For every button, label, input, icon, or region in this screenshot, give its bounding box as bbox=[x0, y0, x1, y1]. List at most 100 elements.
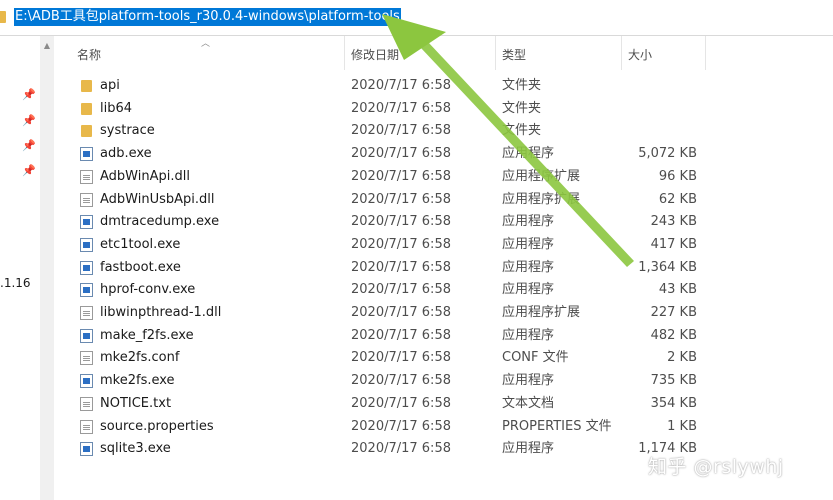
column-header-name-label: 名称 bbox=[77, 48, 102, 62]
table-row[interactable]: systrace 2020/7/17 6:58 文件夹 bbox=[55, 120, 833, 143]
table-row[interactable]: api 2020/7/17 6:58 文件夹 bbox=[55, 75, 833, 98]
file-type: 应用程序 bbox=[502, 441, 555, 457]
watermark: 知乎 @rslywhj bbox=[648, 456, 784, 478]
file-type: 文本文档 bbox=[502, 395, 555, 411]
file-type: 应用程序扩展 bbox=[502, 305, 581, 320]
file-size: 2 KB bbox=[667, 350, 697, 366]
file-icon bbox=[80, 419, 93, 434]
exe-icon bbox=[80, 442, 93, 457]
file-icon bbox=[80, 351, 93, 366]
file-name: etc1tool.exe bbox=[100, 236, 181, 252]
column-header-type[interactable]: 类型 bbox=[496, 36, 622, 70]
table-row[interactable]: AdbWinUsbApi.dll 2020/7/17 6:58 应用程序扩展 62 K… bbox=[55, 189, 833, 212]
column-header-size-label: 大小 bbox=[628, 48, 653, 62]
file-type: 应用程序扩展 bbox=[502, 191, 581, 207]
file-date: 2020/7/17 6:58 bbox=[351, 236, 451, 252]
file-name: make_f2fs.exe bbox=[100, 327, 194, 343]
file-size: 482 KB bbox=[650, 327, 697, 343]
table-row[interactable]: fastboot.exe 2020/7/17 6:58 应用程序 1,364 KB bbox=[55, 257, 833, 280]
file-name: source.properties bbox=[100, 418, 214, 434]
exe-icon bbox=[80, 283, 93, 298]
exe-icon bbox=[80, 374, 93, 389]
column-header-date-label: 修改日期 bbox=[351, 48, 400, 62]
file-size: 243 KB bbox=[650, 214, 697, 230]
file-size: 43 KB bbox=[658, 282, 697, 298]
scrollbar[interactable]: ▲ bbox=[40, 36, 54, 500]
file-size: 96 KB bbox=[658, 168, 697, 184]
column-header-date[interactable]: 修改日期 bbox=[345, 36, 496, 70]
folder-icon bbox=[0, 11, 6, 23]
file-type: 应用程序 bbox=[502, 327, 555, 343]
file-date: 2020/7/17 6:58 bbox=[351, 123, 451, 139]
table-row[interactable]: dmtracedump.exe 2020/7/17 6:58 应用程序 243 KB bbox=[55, 211, 833, 234]
file-size: 62 KB bbox=[658, 191, 697, 207]
table-row[interactable]: lib64 2020/7/17 6:58 文件夹 bbox=[55, 98, 833, 121]
file-date: 2020/7/17 6:58 bbox=[351, 350, 451, 366]
file-type: 应用程序 bbox=[502, 259, 555, 275]
file-date: 2020/7/17 6:58 bbox=[351, 418, 451, 434]
file-size: 354 KB bbox=[650, 395, 697, 411]
file-name: mke2fs.conf bbox=[100, 350, 180, 366]
address-input[interactable]: E:\ADB工具包platform-tools_r30.0.4-windows\… bbox=[14, 8, 401, 26]
file-name: AdbWinUsbApi.dll bbox=[100, 191, 215, 207]
file-type: 应用程序 bbox=[502, 146, 555, 162]
file-name: libwinpthread-1.dll bbox=[100, 305, 222, 320]
file-name: NOTICE.txt bbox=[100, 395, 172, 411]
file-name: adb.exe bbox=[100, 146, 152, 162]
file-size bbox=[615, 98, 697, 121]
table-row[interactable]: mke2fs.conf 2020/7/17 6:58 CONF 文件 2 KB bbox=[55, 347, 833, 370]
table-row[interactable]: source.properties 2020/7/17 6:58 PROPERTIE… bbox=[55, 416, 833, 439]
file-size: 735 KB bbox=[650, 373, 697, 389]
file-name: hprof-conv.exe bbox=[100, 282, 196, 298]
file-type: 文件夹 bbox=[502, 78, 542, 93]
file-date: 2020/7/17 6:58 bbox=[351, 395, 451, 411]
folder-icon bbox=[81, 102, 92, 115]
pin-icon[interactable]: 📌 bbox=[22, 115, 36, 127]
nav-item-label[interactable]: .1.16 bbox=[0, 276, 31, 290]
text-file-icon bbox=[80, 396, 93, 411]
table-row[interactable]: AdbWinApi.dll 2020/7/17 6:58 应用程序扩展 96 KB bbox=[55, 166, 833, 189]
address-bar[interactable]: E:\ADB工具包platform-tools_r30.0.4-windows\… bbox=[0, 0, 833, 36]
file-list: 名称 ︿ 修改日期 类型 大小 api 2020/7/17 6:58 文件夹 lib6… bbox=[55, 36, 833, 500]
table-row[interactable]: make_f2fs.exe 2020/7/17 6:58 应用程序 482 KB bbox=[55, 325, 833, 348]
file-name: AdbWinApi.dll bbox=[100, 168, 190, 184]
pin-icon[interactable]: 📌 bbox=[22, 165, 36, 177]
file-name: mke2fs.exe bbox=[100, 373, 175, 389]
dll-icon bbox=[80, 169, 93, 184]
column-headers: 名称 ︿ 修改日期 类型 大小 bbox=[55, 36, 833, 70]
file-size bbox=[615, 75, 697, 98]
file-type: CONF 文件 bbox=[502, 350, 569, 366]
table-row[interactable]: mke2fs.exe 2020/7/17 6:58 应用程序 735 KB bbox=[55, 370, 833, 393]
file-type: 应用程序 bbox=[502, 282, 555, 298]
file-size: 5,072 KB bbox=[638, 146, 697, 162]
file-size: 1 KB bbox=[667, 418, 697, 434]
exe-icon bbox=[80, 260, 93, 275]
pin-icon[interactable]: 📌 bbox=[22, 89, 36, 101]
table-row[interactable]: etc1tool.exe 2020/7/17 6:58 应用程序 417 KB bbox=[55, 234, 833, 257]
column-header-size[interactable]: 大小 bbox=[622, 36, 706, 70]
exe-icon bbox=[80, 328, 93, 343]
file-size: 1,364 KB bbox=[638, 259, 697, 275]
file-name: fastboot.exe bbox=[100, 259, 181, 275]
table-row[interactable]: hprof-conv.exe 2020/7/17 6:58 应用程序 43 KB bbox=[55, 279, 833, 302]
scroll-up-icon[interactable]: ▲ bbox=[40, 40, 54, 52]
file-size bbox=[615, 120, 697, 143]
sort-ascending-icon: ︿ bbox=[201, 39, 211, 49]
folder-icon bbox=[81, 80, 92, 92]
table-row[interactable]: libwinpthread-1.dll 2020/7/17 6:58 应用程序扩展 2… bbox=[55, 302, 833, 325]
file-date: 2020/7/17 6:58 bbox=[351, 305, 451, 320]
exe-icon bbox=[80, 237, 93, 252]
file-date: 2020/7/17 6:58 bbox=[351, 282, 451, 298]
table-row[interactable]: adb.exe 2020/7/17 6:58 应用程序 5,072 KB bbox=[55, 143, 833, 166]
file-size: 417 KB bbox=[650, 236, 697, 252]
file-type: 应用程序 bbox=[502, 214, 555, 230]
file-date: 2020/7/17 6:58 bbox=[351, 327, 451, 343]
pin-icon[interactable]: 📌 bbox=[22, 140, 36, 152]
exe-icon bbox=[80, 147, 93, 162]
file-name: sqlite3.exe bbox=[100, 441, 171, 457]
file-date: 2020/7/17 6:58 bbox=[351, 259, 451, 275]
file-date: 2020/7/17 6:58 bbox=[351, 100, 451, 116]
table-row[interactable]: NOTICE.txt 2020/7/17 6:58 文本文档 354 KB bbox=[55, 393, 833, 416]
file-date: 2020/7/17 6:58 bbox=[351, 78, 451, 93]
dll-icon bbox=[80, 306, 93, 320]
